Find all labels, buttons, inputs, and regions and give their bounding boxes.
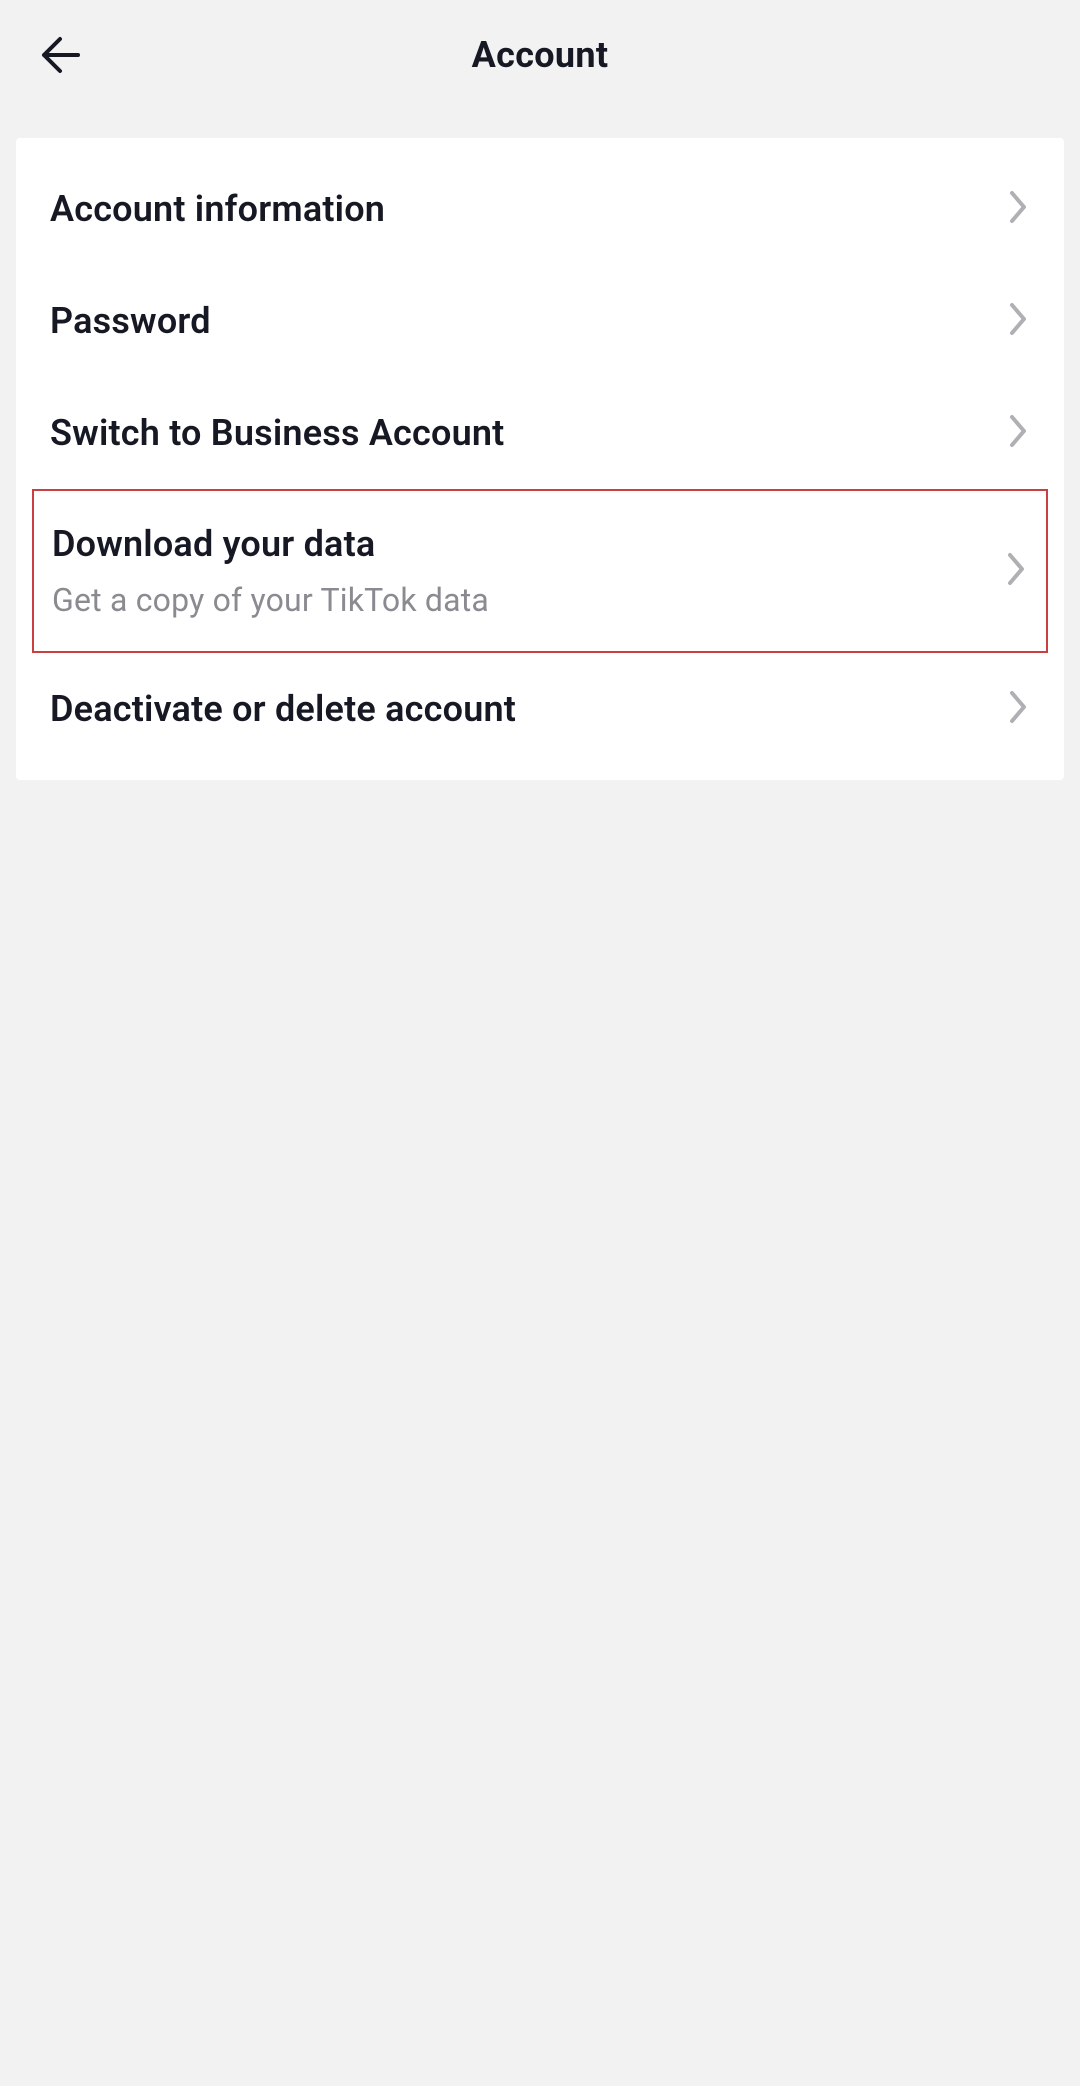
list-item-label: Account information [50, 188, 385, 230]
chevron-right-icon [1006, 299, 1030, 343]
settings-card: Account information Password Switch to B… [16, 138, 1064, 780]
page-title: Account [30, 34, 1050, 76]
list-item-content: Password [50, 300, 211, 342]
list-item-label: Download your data [52, 523, 489, 565]
header: Account [0, 0, 1080, 110]
list-item-password[interactable]: Password [16, 265, 1064, 377]
list-item-label: Password [50, 300, 211, 342]
list-item-label: Deactivate or delete account [50, 688, 516, 730]
list-item-content: Deactivate or delete account [50, 688, 516, 730]
list-item-download-data[interactable]: Download your data Get a copy of your Ti… [32, 489, 1048, 653]
chevron-right-icon [1006, 687, 1030, 731]
back-button[interactable] [28, 23, 92, 87]
list-item-content: Account information [50, 188, 385, 230]
list-item-content: Switch to Business Account [50, 412, 504, 454]
back-arrow-icon [38, 33, 82, 77]
list-item-content: Download your data Get a copy of your Ti… [52, 523, 489, 619]
list-item-subtitle: Get a copy of your TikTok data [52, 581, 489, 619]
chevron-right-icon [1004, 549, 1028, 593]
chevron-right-icon [1006, 187, 1030, 231]
list-item-switch-business[interactable]: Switch to Business Account [16, 377, 1064, 489]
list-item-label: Switch to Business Account [50, 412, 504, 454]
chevron-right-icon [1006, 411, 1030, 455]
list-item-account-information[interactable]: Account information [16, 153, 1064, 265]
list-item-deactivate-delete[interactable]: Deactivate or delete account [16, 653, 1064, 765]
